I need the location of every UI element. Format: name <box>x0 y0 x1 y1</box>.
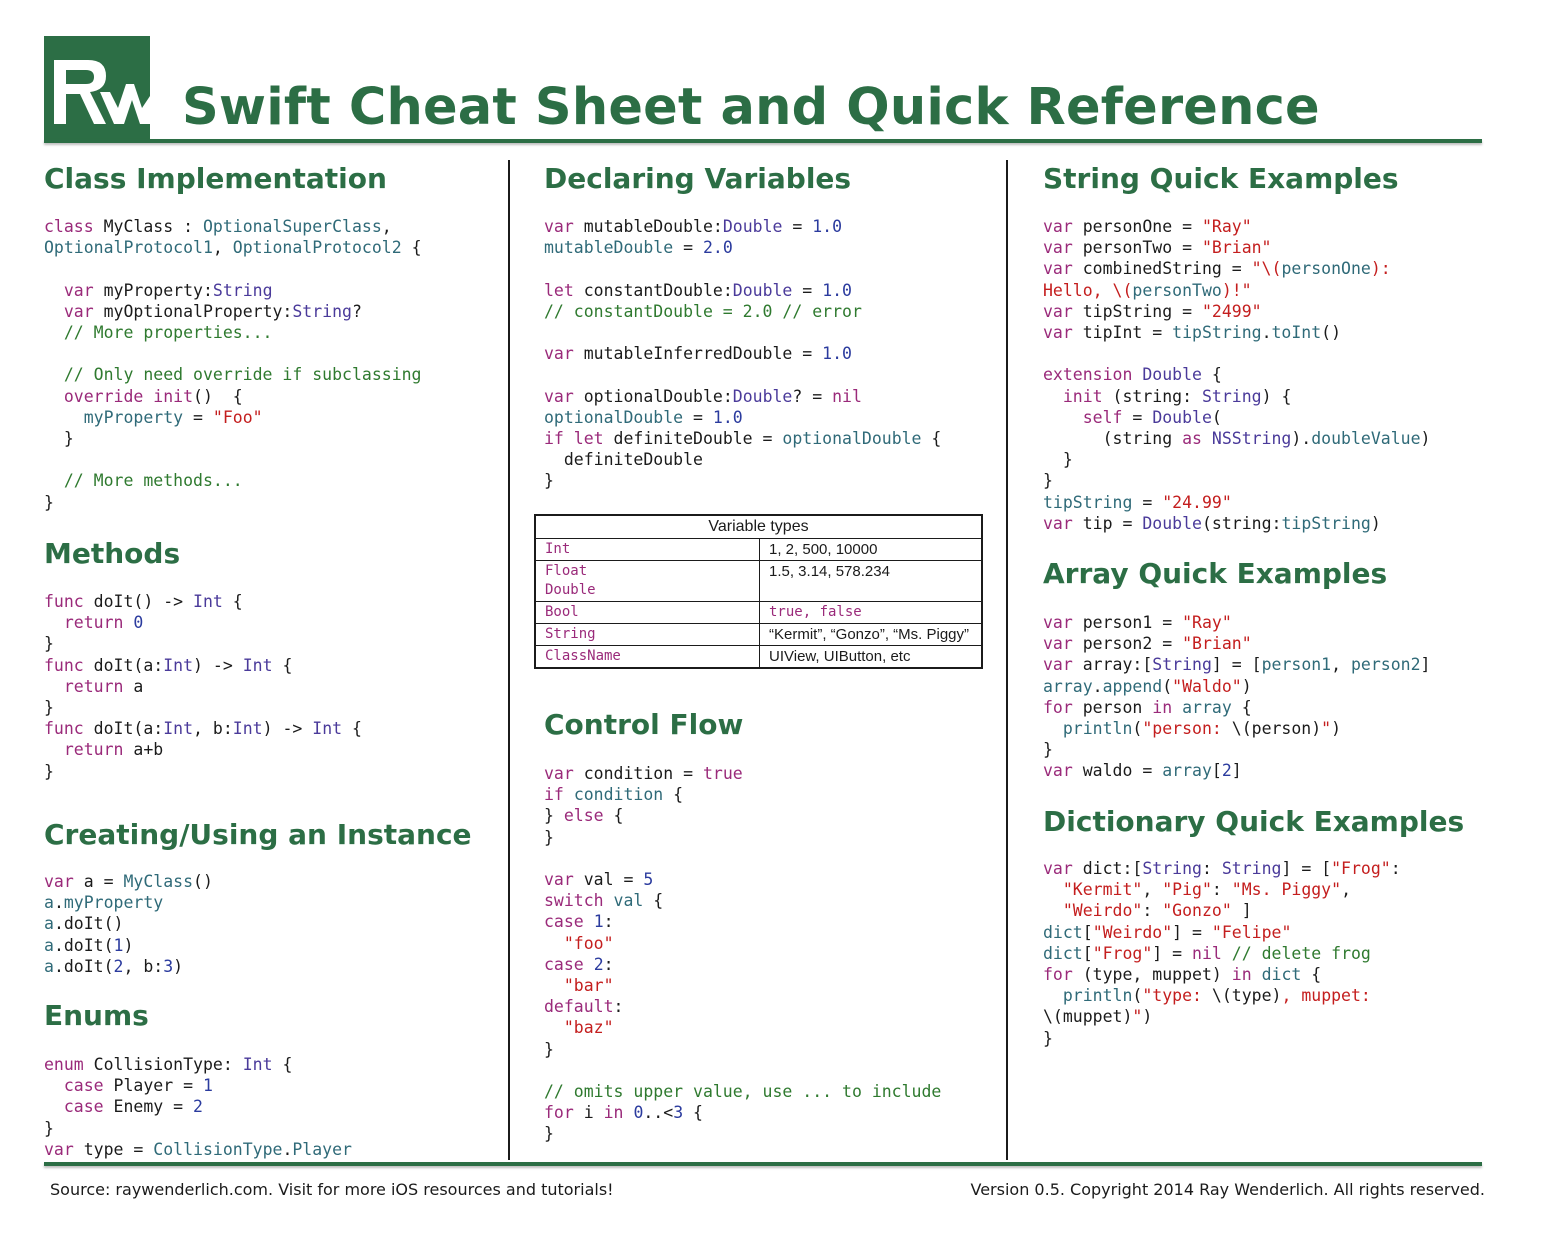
type-examples-cell: UIView, UIButton, etc <box>759 645 983 669</box>
type-examples-cell: “Kermit”, “Gonzo”, “Ms. Piggy” <box>759 623 983 646</box>
code-strings: var personOne = "Ray" var personTwo = "B… <box>1043 217 1431 533</box>
code-control-flow: var condition = true if condition { } el… <box>544 764 942 1144</box>
variable-types-header: Variable types <box>534 514 983 539</box>
type-name-cell: Bool <box>534 601 760 624</box>
code-methods: func doIt() -> Int { return 0 } func doI… <box>44 592 362 781</box>
table-row: ClassName UIView, UIButton, etc <box>534 645 983 669</box>
table-row: Bool true, false <box>534 601 983 624</box>
section-title-control-flow: Control Flow <box>544 708 744 741</box>
type-name-cell: String <box>534 623 760 646</box>
section-title-dictionaries: Dictionary Quick Examples <box>1043 805 1465 838</box>
type-name-cell: Int <box>534 538 760 561</box>
type-name-cell: Float Double <box>534 560 760 602</box>
type-examples-cell: 1, 2, 500, 10000 <box>759 538 983 561</box>
table-row: Float Double 1.5, 3.14, 578.234 <box>534 560 983 602</box>
code-enums: enum CollisionType: Int { case Player = … <box>44 1055 352 1159</box>
code-class-implementation: class MyClass : OptionalSuperClass, Opti… <box>44 217 422 512</box>
type-examples-cell: 1.5, 3.14, 578.234 <box>759 560 983 602</box>
type-examples-cell: true, false <box>759 601 983 624</box>
section-title-arrays: Array Quick Examples <box>1043 557 1388 590</box>
code-declaring-variables: var mutableDouble:Double = 1.0 mutableDo… <box>544 217 942 491</box>
footer-source: Source: raywenderlich.com. Visit for mor… <box>50 1180 614 1199</box>
page-title: Swift Cheat Sheet and Quick Reference <box>182 78 1320 137</box>
raywenderlich-logo <box>44 36 150 142</box>
table-row: Int 1, 2, 500, 10000 <box>534 538 983 561</box>
section-title-methods: Methods <box>44 537 181 570</box>
variable-types-table: Variable types Int 1, 2, 500, 10000 Floa… <box>534 514 983 669</box>
footer-version: Version 0.5. Copyright 2014 Ray Wenderli… <box>970 1180 1486 1199</box>
section-title-class-implementation: Class Implementation <box>44 162 387 195</box>
code-arrays: var person1 = "Ray" var person2 = "Brian… <box>1043 613 1431 781</box>
column-divider-left <box>508 160 510 1160</box>
table-row: String “Kermit”, “Gonzo”, “Ms. Piggy” <box>534 623 983 646</box>
section-title-strings: String Quick Examples <box>1043 162 1399 195</box>
section-title-enums: Enums <box>44 999 149 1032</box>
header-rule <box>44 139 1482 143</box>
code-creating-instance: var a = MyClass() a.myProperty a.doIt() … <box>44 872 213 976</box>
section-title-declaring-variables: Declaring Variables <box>544 162 852 195</box>
footer-rule <box>44 1162 1482 1166</box>
column-divider-right <box>1006 160 1008 1160</box>
type-name-cell: ClassName <box>534 645 760 669</box>
code-dictionaries: var dict:[String: String] = ["Frog": "Ke… <box>1043 859 1401 1048</box>
section-title-creating-instance: Creating/Using an Instance <box>44 818 472 851</box>
